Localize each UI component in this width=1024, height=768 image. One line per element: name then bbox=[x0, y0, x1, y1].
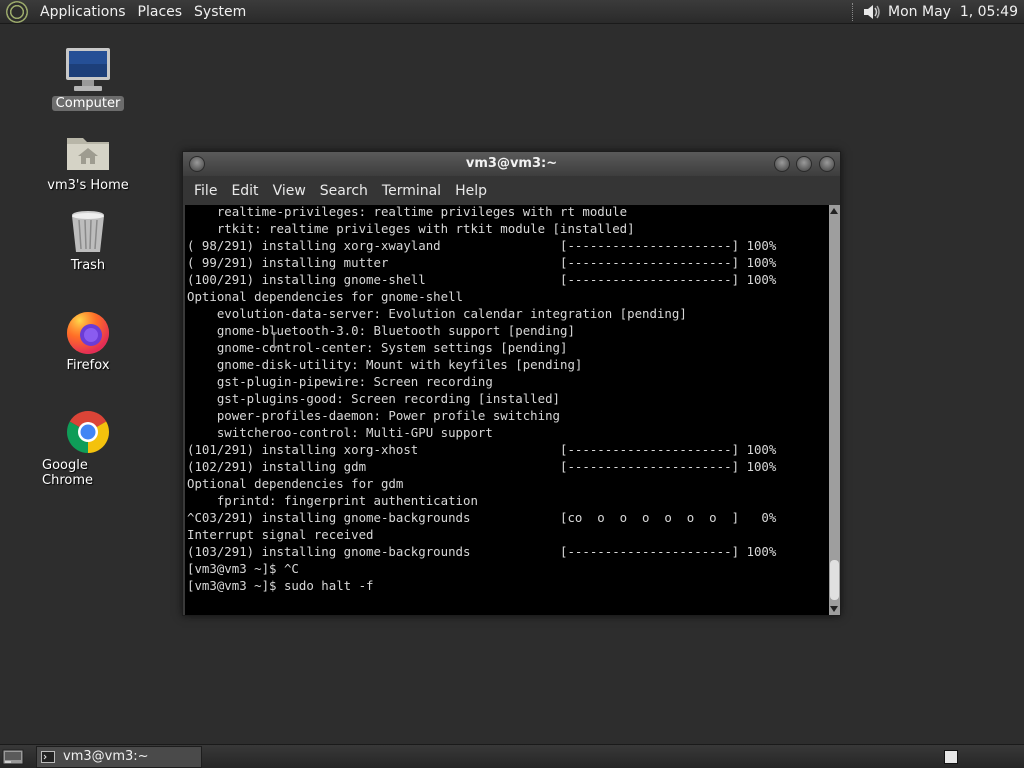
terminal-line: (100/291) installing gnome-shell [------… bbox=[187, 272, 777, 287]
terminal-line: evolution-data-server: Evolution calenda… bbox=[187, 306, 687, 321]
trash-icon bbox=[72, 211, 104, 252]
terminal-line: gst-plugin-pipewire: Screen recording bbox=[187, 374, 493, 389]
terminal-line: gnome-disk-utility: Mount with keyfiles … bbox=[187, 357, 583, 372]
show-desktop-icon[interactable] bbox=[2, 748, 24, 766]
menu-places[interactable]: Places bbox=[132, 4, 189, 20]
terminal-line: power-profiles-daemon: Power profile swi… bbox=[187, 408, 560, 423]
taskbar-item-label: vm3@vm3:~ bbox=[63, 749, 149, 764]
menu-file[interactable]: File bbox=[187, 183, 224, 199]
menu-applications[interactable]: Applications bbox=[34, 4, 132, 20]
terminal-menubar: File Edit View Search Terminal Help bbox=[183, 176, 840, 205]
desktop-icon-home[interactable]: vm3's Home bbox=[38, 128, 138, 193]
terminal-line: (103/291) installing gnome-backgrounds [… bbox=[187, 544, 777, 559]
menu-terminal[interactable]: Terminal bbox=[375, 183, 448, 199]
terminal-line: fprintd: fingerprint authentication bbox=[187, 493, 478, 508]
desktop-icon-firefox[interactable]: Firefox bbox=[38, 308, 138, 373]
workspace-switcher[interactable] bbox=[944, 749, 958, 764]
scroll-down-icon[interactable] bbox=[830, 606, 838, 612]
home-folder-icon bbox=[67, 138, 109, 170]
menu-view[interactable]: View bbox=[266, 183, 313, 199]
terminal-line: realtime-privileges: realtime privileges… bbox=[187, 205, 628, 219]
menu-system[interactable]: System bbox=[188, 4, 252, 20]
terminal-line: rtkit: realtime privileges with rtkit mo… bbox=[187, 221, 635, 236]
firefox-icon bbox=[67, 312, 109, 354]
terminal-line: [vm3@vm3 ~]$ sudo halt -f bbox=[187, 578, 374, 593]
terminal-line: [vm3@vm3 ~]$ ^C bbox=[187, 561, 299, 576]
desktop-icon-trash[interactable]: Trash bbox=[38, 208, 138, 273]
desktop-icon-label: Google Chrome bbox=[42, 458, 93, 488]
scrollbar-thumb[interactable] bbox=[830, 560, 839, 600]
scroll-up-icon[interactable] bbox=[830, 208, 838, 214]
desktop-icon-label: Computer bbox=[51, 96, 125, 111]
taskbar-item-terminal[interactable]: vm3@vm3:~ bbox=[36, 745, 202, 768]
terminal-line: ^C03/291) installing gnome-backgrounds [… bbox=[187, 510, 777, 525]
terminal-line: Optional dependencies for gnome-shell bbox=[187, 289, 464, 304]
bottom-panel: vm3@vm3:~ bbox=[0, 744, 1024, 768]
terminal-line: Optional dependencies for gdm bbox=[187, 476, 404, 491]
terminal-line: ( 99/291) installing mutter [-----------… bbox=[187, 255, 777, 270]
tray-separator bbox=[852, 2, 854, 21]
terminal-window[interactable]: vm3@vm3:~ File Edit View Search Terminal… bbox=[182, 151, 841, 616]
ibeam-cursor-icon bbox=[271, 332, 277, 348]
top-panel: Applications Places System Mon May 1, 05… bbox=[0, 0, 1024, 24]
desktop-icon-computer[interactable]: Computer bbox=[38, 46, 138, 111]
volume-icon[interactable] bbox=[862, 2, 884, 22]
window-title: vm3@vm3:~ bbox=[465, 156, 558, 171]
terminal-scrollbar[interactable] bbox=[829, 205, 840, 615]
terminal-output[interactable]: realtime-privileges: realtime privileges… bbox=[185, 205, 829, 615]
terminal-line: ( 98/291) installing xorg-xwayland [----… bbox=[187, 238, 777, 253]
panel-clock[interactable]: Mon May 1, 05:49 bbox=[884, 4, 1024, 20]
terminal-line: gst-plugins-good: Screen recording [inst… bbox=[187, 391, 560, 406]
desktop-icon-chrome[interactable]: Google Chrome bbox=[38, 408, 138, 488]
menu-help[interactable]: Help bbox=[448, 183, 494, 199]
distro-logo-icon[interactable] bbox=[6, 0, 28, 23]
computer-icon bbox=[66, 48, 110, 91]
desktop-icon-label: vm3's Home bbox=[47, 178, 129, 193]
minimize-button[interactable] bbox=[774, 156, 790, 172]
desktop-icon-label: Trash bbox=[70, 258, 106, 273]
terminal-line: (101/291) installing xorg-xhost [-------… bbox=[187, 442, 777, 457]
terminal-line: (102/291) installing gdm [--------------… bbox=[187, 459, 777, 474]
terminal-line: gnome-control-center: System settings [p… bbox=[187, 340, 568, 355]
menu-search[interactable]: Search bbox=[313, 183, 375, 199]
window-menu-button[interactable] bbox=[189, 156, 205, 172]
terminal-line: gnome-bluetooth-3.0: Bluetooth support [… bbox=[187, 323, 575, 338]
desktop-icon-label: Firefox bbox=[66, 358, 110, 373]
terminal-icon bbox=[41, 750, 55, 763]
chrome-icon bbox=[66, 411, 110, 453]
terminal-line: switcheroo-control: Multi-GPU support bbox=[187, 425, 493, 440]
maximize-button[interactable] bbox=[796, 156, 812, 172]
close-button[interactable] bbox=[819, 156, 835, 172]
terminal-line: Interrupt signal received bbox=[187, 527, 374, 542]
terminal-titlebar[interactable]: vm3@vm3:~ bbox=[183, 152, 840, 176]
menu-edit[interactable]: Edit bbox=[224, 183, 265, 199]
